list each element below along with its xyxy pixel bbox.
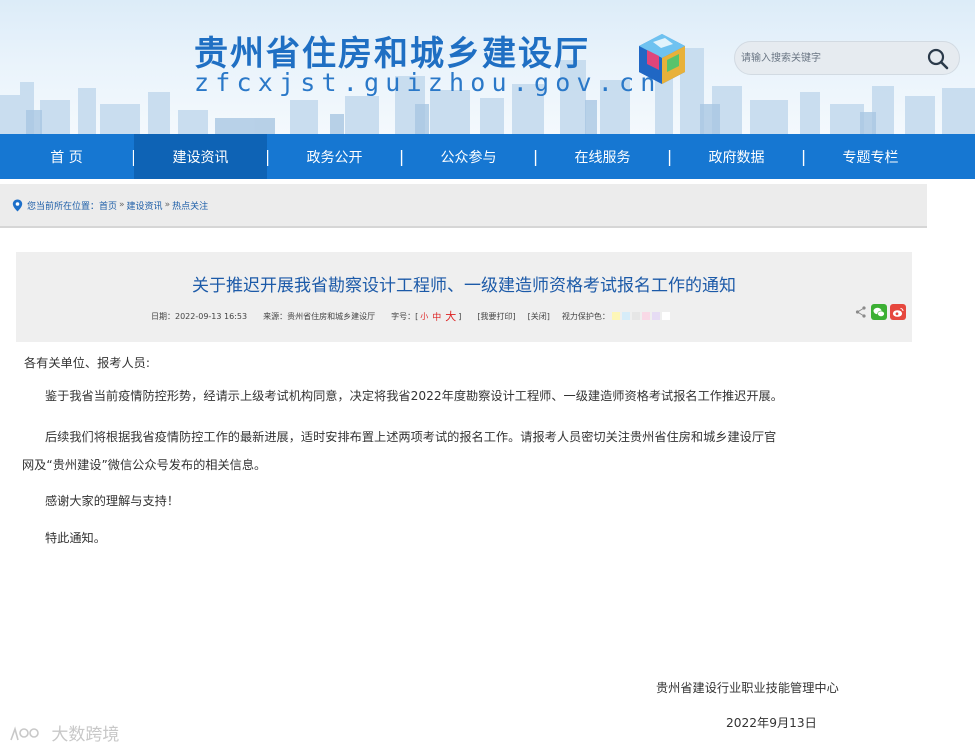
nav-item-online-services[interactable]: 在线服务 — [536, 134, 669, 179]
weibo-icon[interactable] — [890, 304, 906, 320]
eye-color-pink[interactable] — [641, 312, 650, 320]
breadcrumb-separator: » — [119, 200, 125, 210]
article-date: 日期：2022-09-13 16:53 — [151, 311, 248, 321]
watermark-logo-icon — [10, 726, 39, 741]
font-size-label: 字号：[ — [391, 311, 419, 321]
article-header: 关于推迟开展我省勘察设计工程师、一级建造师资格考试报名工作的通知 日期：2022… — [16, 252, 912, 342]
paragraph-2-continued: 网及“贵州建设”微信公众号发布的相关信息。 — [22, 458, 267, 472]
search-box — [734, 41, 960, 75]
font-size-small-button[interactable]: 小 — [420, 311, 428, 322]
breadcrumb-link-construction-news[interactable]: 建设资讯 — [127, 199, 163, 212]
nav-label: 政务公开 — [306, 149, 363, 166]
nav-label: 政府数据 — [708, 149, 765, 166]
watermark-text: 大数跨境 — [51, 725, 120, 745]
paragraph-1: 鉴于我省当前疫情防控形势，经请示上级考试机构同意，决定将我省2022年度勘察设计… — [45, 389, 783, 403]
search-icon[interactable] — [925, 47, 951, 71]
signature-organization: 贵州省建设行业职业技能管理中心 — [656, 681, 839, 695]
eye-color-purple[interactable] — [651, 312, 660, 320]
eye-color-white[interactable] — [661, 312, 670, 320]
eye-protection-label: 视力保护色： — [561, 311, 610, 321]
eye-color-yellow[interactable] — [611, 312, 620, 320]
eye-color-gray[interactable] — [631, 312, 640, 320]
signature-date: 2022年9月13日 — [726, 716, 817, 730]
nav-item-construction-news[interactable]: 建设资讯 — [134, 134, 267, 179]
watermark: 大数跨境 — [8, 720, 119, 745]
nav-item-home[interactable]: 首 页 — [0, 134, 133, 179]
nav-item-government-data[interactable]: 政府数据 — [670, 134, 803, 179]
paragraph-3: 感谢大家的理解与支持！ — [45, 494, 180, 508]
wechat-icon[interactable] — [871, 304, 887, 320]
eye-color-blue[interactable] — [621, 312, 630, 320]
nav-label: 首 页 — [50, 149, 83, 166]
nav-item-government-affairs[interactable]: 政务公开 — [268, 134, 401, 179]
breadcrumb: 您当前所在位置： 首页 » 建设资讯 » 热点关注 — [0, 184, 927, 228]
article-meta: 日期：2022-09-13 16:53 来源：贵州省住房和城乡建设厅 字号：[ … — [151, 308, 670, 324]
nav-label: 在线服务 — [574, 149, 631, 166]
cube-logo-icon — [639, 34, 685, 84]
greeting: 各有关单位、报考人员: — [24, 356, 150, 370]
breadcrumb-prefix: 您当前所在位置： — [27, 201, 100, 212]
location-pin-icon — [12, 199, 23, 211]
close-button[interactable]: [关闭] — [528, 311, 550, 322]
article-title: 关于推迟开展我省勘察设计工程师、一级建造师资格考试报名工作的通知 — [192, 276, 736, 296]
breadcrumb-link-hot-topics[interactable]: 热点关注 — [172, 199, 208, 212]
font-size-large-button[interactable]: 大 — [445, 308, 456, 324]
nav-label: 公众参与 — [440, 149, 497, 166]
search-input[interactable] — [741, 46, 917, 70]
paragraph-2: 后续我们将根据我省疫情防控工作的最新进展，适时安排布置上述两项考试的报名工作。请… — [45, 430, 777, 444]
breadcrumb-separator: » — [164, 200, 171, 210]
font-size-medium-button[interactable]: 中 — [432, 310, 441, 323]
font-size-close: ] — [458, 311, 462, 321]
article-source: 来源：贵州省住房和城乡建设厅 — [263, 311, 376, 321]
main-nav: 首 页 | 建设资讯 | 政务公开 | 公众参与 | 在线服务 | 政府数据 |… — [0, 134, 975, 179]
site-header: 贵州省住房和城乡建设厅 zfcxjst.guizhou.gov.cn — [0, 0, 975, 134]
nav-item-special-topics[interactable]: 专题专栏 — [804, 134, 937, 179]
print-button[interactable]: [我要打印] — [477, 311, 515, 322]
nav-label: 建设资讯 — [172, 149, 229, 166]
breadcrumb-link-home[interactable]: 首页 — [99, 199, 117, 212]
paragraph-4: 特此通知。 — [45, 531, 106, 545]
share-bar — [854, 304, 906, 320]
nav-label: 专题专栏 — [842, 149, 899, 166]
site-url: zfcxjst.guizhou.gov.cn — [194, 68, 662, 97]
nav-item-public-participation[interactable]: 公众参与 — [402, 134, 535, 179]
share-icon[interactable] — [854, 305, 868, 319]
